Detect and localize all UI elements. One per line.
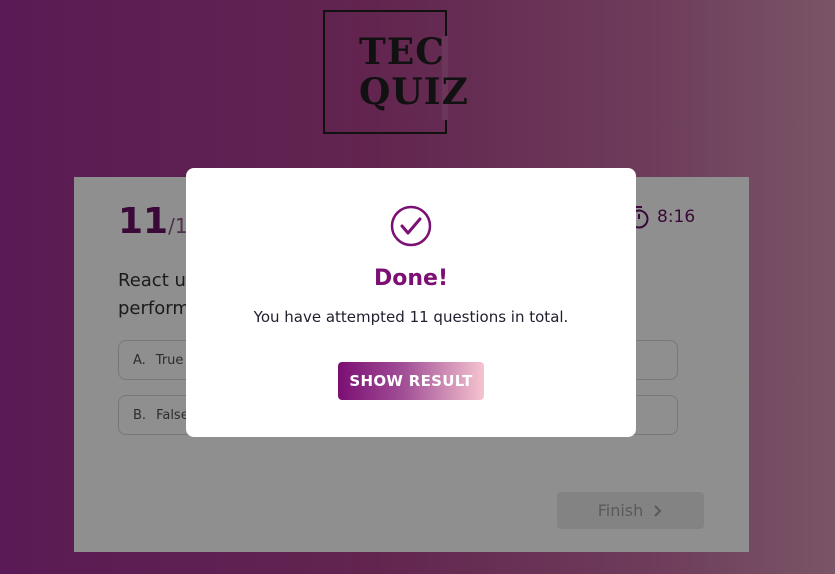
check-circle-icon (390, 205, 432, 247)
dialog-title: Done! (374, 266, 448, 291)
tec-quiz-logo: TEC QUIZ (323, 10, 468, 134)
dialog-message: You have attempted 11 questions in total… (253, 308, 569, 326)
logo-line-1: TEC (359, 31, 445, 73)
show-result-button[interactable]: SHOW RESULT (338, 362, 484, 400)
done-dialog: Done! You have attempted 11 questions in… (186, 168, 636, 437)
logo-line-2: QUIZ (359, 71, 469, 113)
